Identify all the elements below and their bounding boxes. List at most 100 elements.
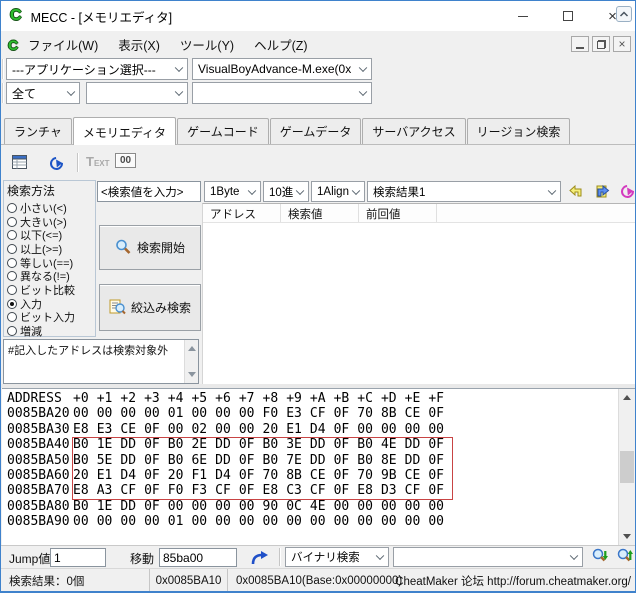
menu-item[interactable]: ヘルプ(Z) (244, 32, 317, 57)
maximize-button[interactable] (545, 1, 590, 31)
chevron-down-icon (296, 186, 304, 194)
result-set-combo[interactable]: 検索結果1 (367, 181, 561, 202)
hex-row[interactable]: 0085BA200000000001000000F0E3CF0F708BCE0F (7, 406, 452, 421)
child-window-icon: C (8, 38, 18, 52)
tab[interactable]: メモリエディタ (73, 117, 176, 145)
results-column-header[interactable]: アドレス (203, 204, 281, 222)
tab-label: メモリエディタ (83, 126, 166, 140)
refine-search-icon (109, 299, 126, 316)
jump-label: Jump値 (9, 550, 50, 567)
minimize-button[interactable] (500, 1, 545, 31)
hex-row[interactable]: 0085BA30E8E3CE0F0002000020E1D40F00000000 (7, 422, 452, 437)
refine-search-button[interactable]: 絞込み検索 (99, 284, 201, 331)
mdi-restore-button[interactable] (592, 36, 610, 52)
chevron-down-icon (175, 88, 183, 96)
process-combo[interactable]: VisualBoyAdvance-M.exe(0x (192, 58, 372, 80)
refresh-button[interactable] (45, 152, 67, 174)
tab[interactable]: サーバアクセス (362, 118, 465, 144)
radio-icon (7, 326, 17, 336)
redo-result-button[interactable] (592, 181, 613, 202)
zero-fill-button[interactable]: 00 (115, 153, 136, 168)
tab-label: ゲームデータ (280, 125, 352, 139)
search-down-button[interactable] (588, 546, 611, 568)
toolbar-grip (2, 59, 4, 79)
search-start-label: 検索開始 (137, 239, 185, 256)
text-mode-button[interactable]: TEXT (86, 154, 110, 169)
align-combo[interactable]: 1Align (311, 181, 365, 202)
hex-row[interactable]: ADDRESS+0+1+2+3+4+5+6+7+8+9+A+B+C+D+E+F (7, 391, 452, 406)
tab[interactable]: リージョン検索 (467, 118, 571, 144)
application-select-value: ---アプリケーション選択--- (12, 61, 156, 78)
menu-item[interactable]: ツール(Y) (170, 32, 244, 57)
value-size-combo[interactable]: 1Byte (204, 181, 261, 202)
hex-row[interactable]: 0085BA40B01EDD0FB02EDD0FB03EDD0FB04EDD0F (7, 437, 452, 452)
hex-row[interactable]: 0085BA70E8A3CF0FF0F3CF0FE8C3CF0FE8D3CF0F (7, 483, 452, 498)
tab-label: リージョン検索 (477, 125, 561, 139)
hex-row[interactable]: 0085BA50B05EDD0FB06EDD0FB07EDD0FB08EDD0F (7, 453, 452, 468)
memory-table-button[interactable] (9, 151, 31, 173)
menu-item[interactable]: 表示(X) (108, 32, 170, 57)
scroll-down-arrow[interactable] (619, 530, 635, 545)
reload-results-button[interactable] (617, 181, 636, 202)
hex-row[interactable]: 0085BA6020E1D40F20F1D40F708BCE0F709BCE0F (7, 468, 452, 483)
scroll-up-arrow[interactable] (185, 340, 198, 355)
menu-item[interactable]: ファイル(W) (18, 32, 108, 57)
chevron-down-icon (359, 88, 367, 96)
radio-icon (7, 312, 17, 322)
results-column-header[interactable]: 検索値 (281, 204, 359, 222)
application-select-combo[interactable]: ---アプリケーション選択--- (6, 58, 188, 80)
tab-label: ランチャ (14, 125, 62, 139)
process-value: VisualBoyAdvance-M.exe(0x (198, 62, 351, 76)
tab[interactable]: ゲームデータ (270, 118, 362, 144)
radio-icon (7, 299, 17, 309)
undo-result-button[interactable] (566, 181, 587, 202)
note-text: #記入したアドレスは検索対象外 (8, 345, 168, 357)
tab[interactable]: ゲームコード (177, 118, 269, 144)
mdi-close-button[interactable]: × (613, 36, 631, 52)
tab[interactable]: ランチャ (4, 118, 72, 144)
window-title: MECC - [メモリエディタ] (31, 7, 172, 26)
filter2-combo[interactable] (86, 82, 188, 104)
radix-value: 10進 (269, 184, 293, 200)
note-textbox[interactable]: #記入したアドレスは検索対象外 (3, 339, 199, 384)
binary-search-input[interactable] (393, 547, 583, 567)
collapse-toolbar-button[interactable] (616, 6, 632, 22)
hex-row[interactable]: 0085BA80B01EDD0F00000000900C4E0000000000 (7, 499, 452, 514)
radix-combo[interactable]: 10進 (263, 181, 309, 202)
hex-view[interactable]: ADDRESS+0+1+2+3+4+5+6+7+8+9+A+B+C+D+E+F0… (2, 388, 635, 545)
magnifier-up-icon (616, 548, 634, 566)
scroll-down-arrow[interactable] (185, 368, 198, 383)
mdi-close-icon: × (618, 38, 625, 50)
radio-icon (7, 230, 17, 240)
binary-search-combo[interactable]: バイナリ検索 (285, 547, 389, 567)
forum-link[interactable]: CheatMaker 论坛 http://forum.cheatmaker.or… (395, 573, 631, 589)
note-scrollbar[interactable] (184, 340, 198, 383)
jump-input[interactable] (50, 548, 106, 567)
search-up-button[interactable] (613, 546, 636, 568)
radio-icon (7, 203, 17, 213)
hex-scrollbar[interactable] (618, 389, 635, 545)
scrollbar-thumb[interactable] (620, 451, 634, 483)
search-method-radio[interactable]: ビット比較 (4, 283, 95, 297)
statusbar: 検索結果：0個 0x0085BA10 0x0085BA10(Base:0x000… (1, 568, 635, 592)
result-set-value: 検索結果1 (373, 184, 425, 200)
scope-combo[interactable]: 全て (6, 82, 80, 104)
scroll-up-arrow[interactable] (619, 389, 635, 404)
chevron-down-icon (352, 186, 360, 194)
mdi-minimize-button[interactable] (571, 36, 589, 52)
chevron-down-icon (175, 64, 183, 72)
hex-row[interactable]: 0085BA9000000000010000000000000000000000 (7, 514, 452, 529)
hex-lines: ADDRESS+0+1+2+3+4+5+6+7+8+9+A+B+C+D+E+F0… (2, 389, 452, 530)
search-start-button[interactable]: 検索開始 (99, 225, 201, 270)
search-method-radio[interactable]: ビット入力 (4, 311, 95, 325)
filter3-combo[interactable] (192, 82, 372, 104)
go-to-address-button[interactable] (247, 547, 273, 568)
search-method-radio[interactable]: 増減 (4, 324, 95, 338)
search-results-list[interactable]: アドレス検索値前回値 (202, 203, 635, 384)
toolbar-grip (2, 83, 4, 103)
move-address-input[interactable] (159, 548, 237, 567)
radio-icon (7, 285, 17, 295)
results-column-header[interactable]: 前回値 (359, 204, 437, 222)
search-value-input[interactable] (97, 181, 201, 202)
menubar: C ファイル(W)表示(X)ツール(Y)ヘルプ(Z) (1, 31, 635, 58)
